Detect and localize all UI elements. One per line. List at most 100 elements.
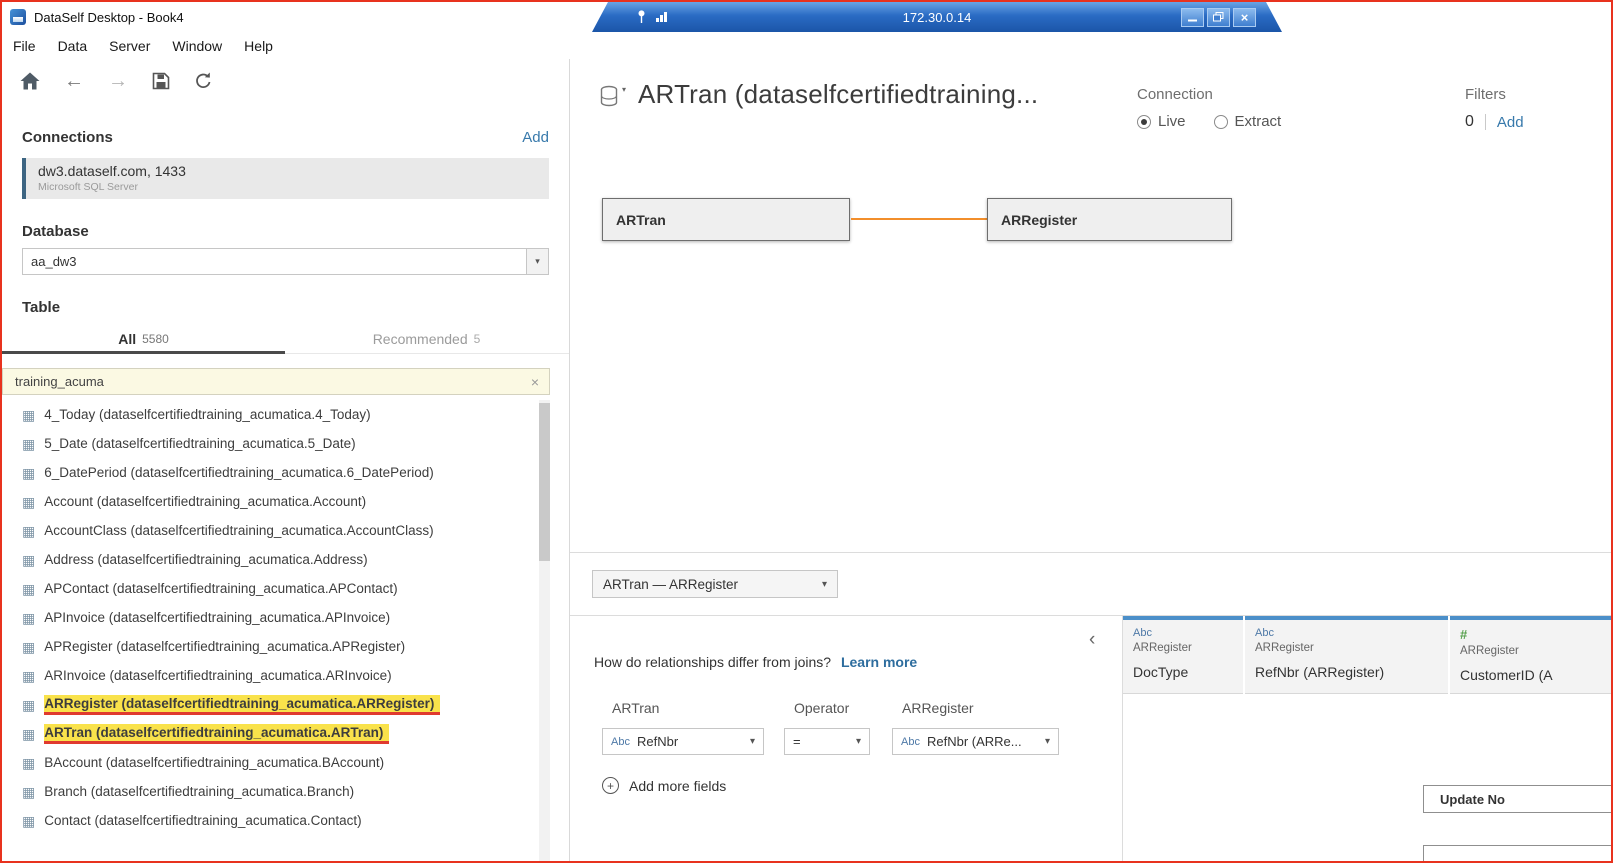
table-list-item[interactable]: ▦ Account (dataselfcertifiedtraining_acu… [2,487,569,516]
forward-icon[interactable]: → [108,71,128,91]
operator-label: Operator [784,700,870,716]
left-field-value: RefNbr [637,734,678,749]
radio-live[interactable]: Live [1137,113,1186,130]
database-select[interactable]: aa_dw3 ▾ [22,248,549,275]
table-list-item[interactable]: ▦ 4_Today (dataselfcertifiedtraining_acu… [2,400,569,429]
left-field-select[interactable]: Abc RefNbr ▾ [602,728,764,755]
table-item-label: AccountClass (dataselfcertifiedtraining_… [44,523,433,538]
tab-recommended[interactable]: Recommended 5 [285,324,568,353]
sidebar: ← → Connections Add dw3.dataself.com, 14… [2,59,570,861]
radio-live-label: Live [1158,113,1186,130]
add-connection-link[interactable]: Add [522,129,549,146]
table-item-label: ARTran (dataselfcertifiedtraining_acumat… [44,724,389,744]
field-type-abc: Abc [1255,627,1438,639]
table-node-artran[interactable]: ARTran [602,198,850,241]
operator-column: Operator = ▾ [784,700,870,755]
update-now-button[interactable]: Update No [1423,785,1611,813]
relationship-noodle[interactable] [851,218,987,220]
table-list-item[interactable]: ▦ BAccount (dataselfcertifiedtraining_ac… [2,748,569,777]
operator-select[interactable]: = ▾ [784,728,870,755]
table-icon: ▦ [22,640,35,654]
table-icon: ▦ [22,466,35,480]
save-icon[interactable] [152,72,170,90]
table-item-label: Contact (dataselfcertifiedtraining_acuma… [44,813,361,828]
menu-data[interactable]: Data [47,38,99,54]
chevron-down-icon: ▾ [744,736,755,747]
table-list-item-highlighted[interactable]: ▦ ARRegister (dataselfcertifiedtraining_… [2,690,569,719]
rdp-address: 172.30.0.14 [592,10,1282,25]
left-table-label: ARTran [602,700,764,716]
close-icon[interactable]: × [1233,8,1256,27]
add-more-fields-button[interactable]: + Add more fields [602,777,1122,794]
connection-item[interactable]: dw3.dataself.com, 1433 Microsoft SQL Ser… [22,158,549,199]
table-item-label: APRegister (dataselfcertifiedtraining_ac… [44,639,405,654]
table-list-item[interactable]: ▦ 6_DatePeriod (dataselfcertifiedtrainin… [2,458,569,487]
grid-column-customerid[interactable]: # ARRegister CustomerID (A [1450,616,1611,694]
clear-search-icon[interactable]: × [521,374,549,390]
table-list-item[interactable]: ▦ AccountClass (dataselfcertifiedtrainin… [2,516,569,545]
connection-type: Microsoft SQL Server [38,181,549,193]
scrollbar-track[interactable] [539,400,550,861]
back-icon[interactable]: ← [64,71,84,91]
table-icon: ▦ [22,785,35,799]
menu-help[interactable]: Help [233,38,284,54]
grid-column-table: ARRegister [1460,645,1601,657]
scrollbar-thumb[interactable] [539,403,550,561]
table-icon: ▦ [22,495,35,509]
table-node-arregister[interactable]: ARRegister [987,198,1232,241]
table-list-item[interactable]: ▦ APContact (dataselfcertifiedtraining_a… [2,574,569,603]
refresh-icon[interactable] [194,72,213,90]
field-type-abc: Abc [611,736,630,748]
table-icon: ▦ [22,582,35,596]
connection-label: Connection [1137,86,1281,103]
add-filter-link[interactable]: Add [1497,114,1524,131]
relationship-canvas[interactable]: ARTran ARRegister [570,152,1611,552]
filters-row: 0 Add [1465,113,1524,131]
rdp-connection-bar: 172.30.0.14 × [592,2,1282,32]
menu-window[interactable]: Window [161,38,233,54]
home-icon[interactable] [20,72,40,90]
plus-circle-icon: + [602,777,619,794]
database-icon[interactable]: ▾ [600,85,626,109]
radio-dot [1214,115,1228,129]
grid-column-refnbr[interactable]: Abc ARRegister RefNbr (ARRegister) [1245,616,1448,694]
table-tabs: All 5580 Recommended 5 [2,324,569,354]
tab-all-count: 5580 [142,332,169,346]
grid-columns: Abc ARRegister DocType Abc ARRegister Re… [1123,616,1611,694]
table-list-item[interactable]: ▦ APInvoice (dataselfcertifiedtraining_a… [2,603,569,632]
table-list-item[interactable]: ▦ Contact (dataselfcertifiedtraining_acu… [2,806,569,835]
learn-more-link[interactable]: Learn more [841,654,917,670]
window-titlebar: DataSelf Desktop - Book4 172.30.0.14 × [2,2,1611,32]
relationship-pair-strip: ARTran — ARRegister ▾ [570,552,1611,616]
table-list-item[interactable]: ▦ Address (dataselfcertifiedtraining_acu… [2,545,569,574]
grid-column-field: CustomerID (A [1460,667,1601,683]
table-list-item[interactable]: ▦ 5_Date (dataselfcertifiedtraining_acum… [2,429,569,458]
connection-options: Live Extract [1137,113,1281,130]
minimize-icon[interactable] [1181,8,1204,27]
chevron-down-icon[interactable]: ▾ [526,249,548,274]
restore-icon[interactable] [1207,8,1230,27]
bottom-panel: ‹ How do relationships differ from joins… [570,616,1611,861]
tab-all[interactable]: All 5580 [2,324,285,353]
table-item-label: Address (dataselfcertifiedtraining_acuma… [44,552,367,567]
content: ← → Connections Add dw3.dataself.com, 14… [2,59,1611,861]
grid-column-doctype[interactable]: Abc ARRegister DocType [1123,616,1243,694]
menu-server[interactable]: Server [98,38,161,54]
table-list-item[interactable]: ▦ ARInvoice (dataselfcertifiedtraining_a… [2,661,569,690]
right-field-select[interactable]: Abc RefNbr (ARRe... ▾ [892,728,1059,755]
table-list-item[interactable]: ▦ Branch (dataselfcertifiedtraining_acum… [2,777,569,806]
radio-extract[interactable]: Extract [1214,113,1282,130]
menu-file[interactable]: File [2,38,47,54]
tab-recommended-label: Recommended [373,331,468,347]
add-more-fields-label: Add more fields [629,778,726,794]
table-list-item-highlighted[interactable]: ▦ ARTran (dataselfcertifiedtraining_acum… [2,719,569,748]
table-item-label: BAccount (dataselfcertifiedtraining_acum… [44,755,384,770]
app-icon [10,9,26,25]
table-list-item[interactable]: ▦ APRegister (dataselfcertifiedtraining_… [2,632,569,661]
search-input[interactable] [3,374,521,389]
datasource-title[interactable]: ARTran (dataselfcertifiedtraining... [638,79,1038,110]
partial-button[interactable] [1423,845,1611,861]
collapse-panel-icon[interactable]: ‹ [1089,630,1095,649]
relationship-pair-select[interactable]: ARTran — ARRegister ▾ [592,570,838,598]
table-icon: ▦ [22,698,35,712]
